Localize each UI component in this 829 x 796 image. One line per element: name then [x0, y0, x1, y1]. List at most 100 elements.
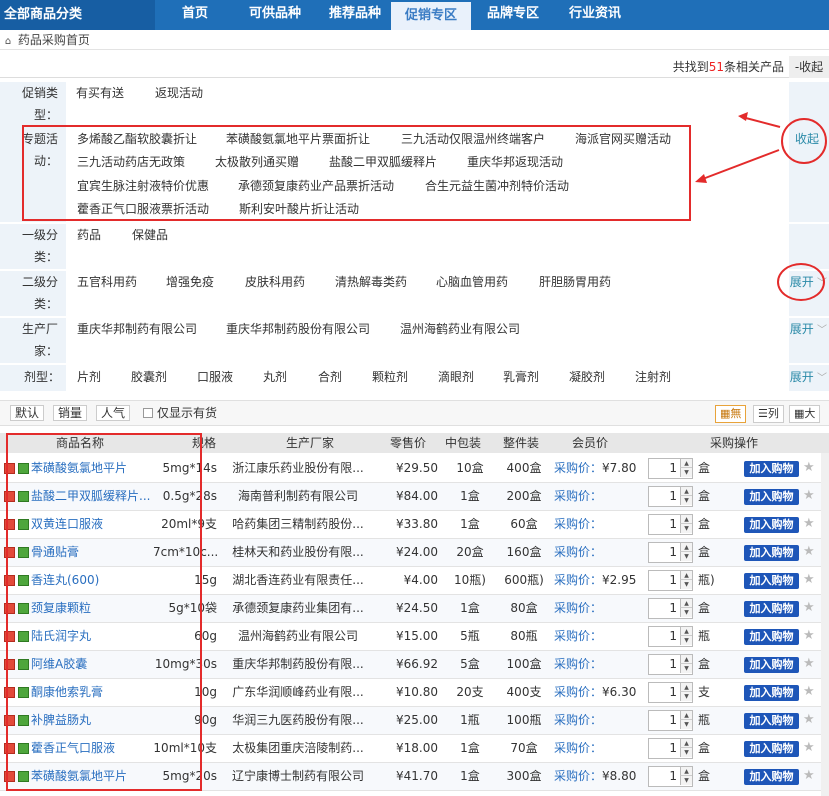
filter-option[interactable]: 返现活动 — [155, 82, 203, 104]
quantity-input[interactable]: 1 — [649, 655, 680, 674]
filter-option[interactable]: 重庆华邦返现活动 — [467, 151, 563, 173]
quantity-input[interactable]: 1 — [649, 487, 680, 506]
quantity-stepper[interactable]: 1 ▲ ▼ — [648, 570, 693, 591]
filter-option[interactable]: 苯磺酸氨氯地平片票面折让 — [226, 128, 370, 150]
increment-icon[interactable]: ▲ — [680, 627, 692, 636]
decrement-icon[interactable]: ▼ — [680, 580, 692, 589]
product-name-link[interactable]: 酮康他索乳膏 — [31, 679, 151, 706]
level2-expand-toggle[interactable]: 展开 ﹀ — [790, 271, 827, 295]
quantity-stepper[interactable]: 1 ▲ ▼ — [648, 598, 693, 619]
quantity-stepper[interactable]: 1 ▲ ▼ — [648, 542, 693, 563]
star-icon[interactable]: ★ — [803, 628, 815, 644]
filter-option[interactable]: 重庆华邦制药股份有限公司 — [226, 318, 370, 340]
product-name-link[interactable]: 藿香正气口服液 — [31, 735, 151, 762]
filter-option[interactable]: 注射剂 — [635, 366, 671, 388]
filter-option[interactable]: 药品 — [77, 224, 101, 246]
increment-icon[interactable]: ▲ — [680, 739, 692, 748]
product-name-link[interactable]: 阿维A胶囊 — [31, 651, 151, 678]
quantity-input[interactable]: 1 — [649, 683, 680, 702]
decrement-icon[interactable]: ▼ — [680, 664, 692, 673]
filter-option[interactable]: 有买有送 — [76, 82, 124, 104]
in-stock-checkbox[interactable] — [143, 408, 153, 418]
filter-option[interactable]: 滴眼剂 — [438, 366, 474, 388]
add-to-cart-button[interactable]: 加入购物 — [744, 741, 799, 757]
filter-option[interactable]: 合生元益生菌冲剂特价活动 — [425, 175, 569, 197]
add-to-cart-button[interactable]: 加入购物 — [744, 769, 799, 785]
increment-icon[interactable]: ▲ — [680, 571, 692, 580]
decrement-icon[interactable]: ▼ — [680, 468, 692, 477]
topic-collapse-toggle[interactable]: 收起 — [795, 128, 819, 150]
star-icon[interactable]: ★ — [803, 488, 815, 504]
quantity-input[interactable]: 1 — [649, 627, 680, 646]
product-name-link[interactable]: 双黄连口服液 — [31, 511, 151, 538]
filter-option[interactable]: 丸剂 — [263, 366, 287, 388]
nav-news[interactable]: 行业资讯 — [555, 0, 635, 30]
quantity-stepper[interactable]: 1 ▲ ▼ — [648, 738, 693, 759]
view-large-button[interactable]: ▦大 — [789, 405, 821, 423]
decrement-icon[interactable]: ▼ — [680, 496, 692, 505]
product-name-link[interactable]: 陆氏润字丸 — [31, 623, 151, 650]
filter-option[interactable]: 口服液 — [197, 366, 233, 388]
quantity-stepper[interactable]: 1 ▲ ▼ — [648, 486, 693, 507]
filter-option[interactable]: 片剂 — [77, 366, 101, 388]
decrement-icon[interactable]: ▼ — [680, 748, 692, 757]
view-list-button[interactable]: ☰列 — [753, 405, 784, 423]
increment-icon[interactable]: ▲ — [680, 543, 692, 552]
filter-option[interactable]: 胶囊剂 — [131, 366, 167, 388]
manufacturer-expand-toggle[interactable]: 展开 ﹀ — [790, 318, 827, 342]
star-icon[interactable]: ★ — [803, 684, 815, 700]
filter-option[interactable]: 多烯酸乙酯软胶囊折让 — [77, 128, 197, 150]
quantity-stepper[interactable]: 1 ▲ ▼ — [648, 710, 693, 731]
quantity-input[interactable]: 1 — [649, 515, 680, 534]
filter-option[interactable]: 凝胶剂 — [569, 366, 605, 388]
add-to-cart-button[interactable]: 加入购物 — [744, 489, 799, 505]
nav-available[interactable]: 可供品种 — [235, 0, 315, 30]
quantity-input[interactable]: 1 — [649, 711, 680, 730]
filter-option[interactable]: 海派官网买赠活动 — [575, 128, 671, 150]
quantity-stepper[interactable]: 1 ▲ ▼ — [648, 654, 693, 675]
filter-option[interactable]: 合剂 — [318, 366, 342, 388]
increment-icon[interactable]: ▲ — [680, 515, 692, 524]
sort-popularity-button[interactable]: 人气 — [96, 405, 131, 421]
view-none-button[interactable]: ▦無 — [715, 405, 747, 423]
filter-option[interactable]: 颗粒剂 — [372, 366, 408, 388]
star-icon[interactable]: ★ — [803, 712, 815, 728]
increment-icon[interactable]: ▲ — [680, 683, 692, 692]
sort-default-button[interactable]: 默认 — [10, 405, 45, 421]
filter-option[interactable]: 五官科用药 — [77, 271, 137, 293]
filter-option[interactable]: 三九活动药店无政策 — [77, 151, 185, 173]
decrement-icon[interactable]: ▼ — [680, 692, 692, 701]
product-name-link[interactable]: 苯磺酸氨氯地平片 — [31, 763, 151, 790]
product-name-link[interactable]: 补脾益肠丸 — [31, 707, 151, 734]
quantity-input[interactable]: 1 — [649, 543, 680, 562]
collapse-filters-button[interactable]: -收起 — [789, 56, 829, 78]
decrement-icon[interactable]: ▼ — [680, 636, 692, 645]
add-to-cart-button[interactable]: 加入购物 — [744, 517, 799, 533]
increment-icon[interactable]: ▲ — [680, 487, 692, 496]
filter-option[interactable]: 宜宾生脉注射液特价优惠 — [77, 175, 209, 197]
star-icon[interactable]: ★ — [803, 572, 815, 588]
quantity-input[interactable]: 1 — [649, 599, 680, 618]
star-icon[interactable]: ★ — [803, 740, 815, 756]
dosage-expand-toggle[interactable]: 展开 ﹀ — [790, 366, 827, 390]
increment-icon[interactable]: ▲ — [680, 655, 692, 664]
product-name-link[interactable]: 苯磺酸氨氯地平片 — [31, 455, 151, 482]
filter-option[interactable]: 承德颈复康药业产品票折活动 — [238, 175, 394, 197]
filter-option[interactable]: 保健品 — [132, 224, 168, 246]
quantity-stepper[interactable]: 1 ▲ ▼ — [648, 458, 693, 479]
filter-option[interactable]: 重庆华邦制药有限公司 — [77, 318, 197, 340]
filter-option[interactable]: 盐酸二甲双胍缓释片 — [329, 151, 437, 173]
increment-icon[interactable]: ▲ — [680, 599, 692, 608]
star-icon[interactable]: ★ — [803, 516, 815, 532]
add-to-cart-button[interactable]: 加入购物 — [744, 461, 799, 477]
filter-option[interactable]: 肝胆肠胃用药 — [539, 271, 611, 293]
product-name-link[interactable]: 骨通贴膏 — [31, 539, 151, 566]
increment-icon[interactable]: ▲ — [680, 459, 692, 468]
nav-home[interactable]: 首页 — [155, 0, 235, 30]
quantity-stepper[interactable]: 1 ▲ ▼ — [648, 766, 693, 787]
filter-option[interactable]: 心脑血管用药 — [436, 271, 508, 293]
all-categories-menu[interactable]: 全部商品分类 — [0, 0, 155, 30]
decrement-icon[interactable]: ▼ — [680, 608, 692, 617]
add-to-cart-button[interactable]: 加入购物 — [744, 545, 799, 561]
quantity-input[interactable]: 1 — [649, 767, 680, 786]
